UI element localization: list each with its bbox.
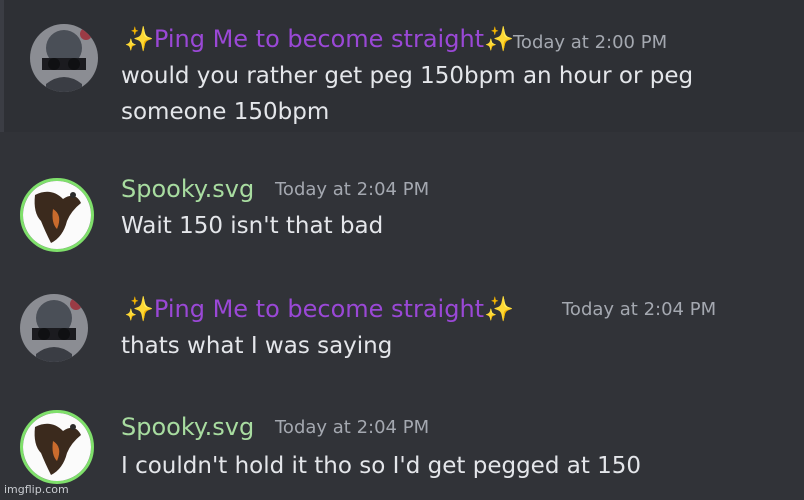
message-text: thats what I was saying [121, 333, 393, 359]
author-name[interactable]: ✨Ping Me to become straight✨ [124, 24, 514, 54]
message-timestamp: Today at 2:00 PM [513, 32, 668, 53]
message-text: would you rather get peg 150bpm an hour … [121, 63, 694, 125]
chat-message[interactable]: Spooky.svg Today at 2:04 PM Wait 150 isn… [0, 168, 804, 252]
avatar[interactable] [20, 294, 88, 362]
author-name[interactable]: Spooky.svg [121, 412, 254, 442]
author-name[interactable]: ✨Ping Me to become straight✨ [124, 294, 514, 324]
message-timestamp: Today at 2:04 PM [275, 417, 430, 438]
watermark: imgflip.com [4, 483, 69, 496]
avatar[interactable] [20, 178, 94, 252]
avatar-image [20, 294, 88, 362]
avatar[interactable] [20, 410, 94, 484]
chat-screenshot: ✨Ping Me to become straight✨ Today at 2:… [0, 0, 804, 500]
avatar[interactable] [30, 24, 98, 92]
message-timestamp: Today at 2:04 PM [275, 179, 430, 200]
avatar-image [23, 413, 91, 481]
chat-message[interactable]: Spooky.svg Today at 2:04 PM I couldn't h… [0, 410, 804, 490]
avatar-image [30, 24, 98, 92]
author-name[interactable]: Spooky.svg [121, 174, 254, 204]
avatar-image [23, 181, 91, 249]
chat-message[interactable]: ✨Ping Me to become straight✨ Today at 2:… [0, 288, 804, 368]
message-text: Wait 150 isn't that bad [121, 213, 384, 239]
message-timestamp: Today at 2:04 PM [562, 299, 717, 320]
message-text: I couldn't hold it tho so I'd get pegged… [121, 453, 642, 479]
chat-message[interactable]: ✨Ping Me to become straight✨ Today at 2:… [0, 18, 804, 128]
